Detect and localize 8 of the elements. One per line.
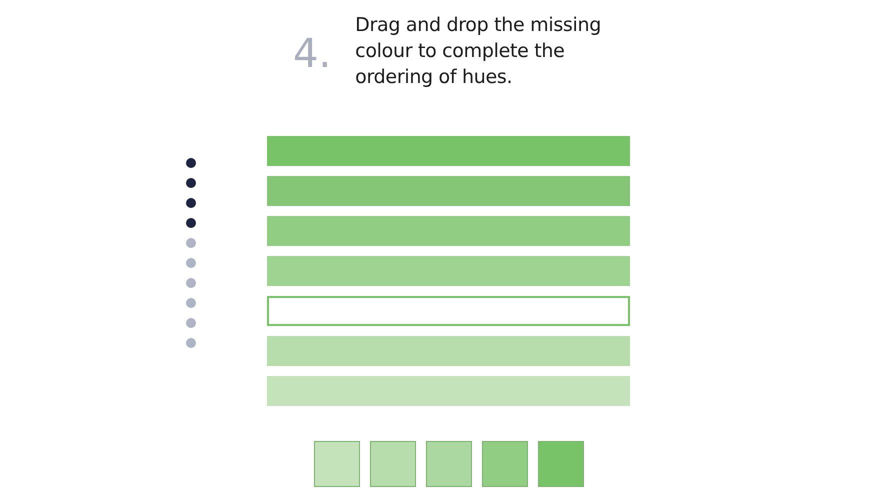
question-number: 4. — [293, 34, 332, 74]
colour-swatch[interactable] — [426, 441, 472, 487]
colour-swatch[interactable] — [538, 441, 584, 487]
question-text: Drag and drop the missing colour to complete the ordering of hues. — [355, 13, 602, 90]
colour-swatch[interactable] — [370, 441, 416, 487]
colour-swatch[interactable] — [482, 441, 528, 487]
colour-swatch[interactable] — [314, 441, 360, 487]
drop-slot[interactable] — [267, 296, 630, 326]
